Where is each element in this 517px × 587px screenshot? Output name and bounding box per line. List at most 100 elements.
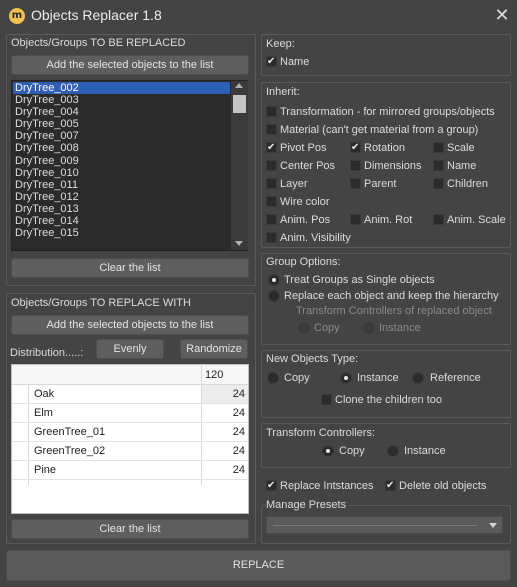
inherit-anim-rot-checkbox[interactable] bbox=[350, 214, 361, 225]
row-value[interactable]: 24 bbox=[233, 388, 245, 400]
inherit-wire-color-label: Wire color bbox=[280, 196, 330, 208]
inherit-material-checkbox[interactable] bbox=[266, 124, 277, 135]
inherit-name-checkbox[interactable] bbox=[433, 160, 444, 171]
inherit-anim-visibility-label: Anim. Visibility bbox=[280, 232, 351, 244]
inherit-dimensions-checkbox[interactable] bbox=[350, 160, 361, 171]
list-item[interactable]: DryTree_003 bbox=[13, 94, 230, 106]
keep-name-label: Name bbox=[280, 56, 310, 68]
row-value[interactable]: 24 bbox=[233, 426, 245, 438]
list-item[interactable]: DryTree_011 bbox=[13, 179, 230, 191]
keep-name-checkbox[interactable] bbox=[266, 56, 277, 67]
group-tc-instance-radio[interactable] bbox=[363, 322, 375, 334]
chevron-down-icon bbox=[489, 523, 497, 528]
keep-group bbox=[261, 34, 511, 76]
keep-label: Keep: bbox=[266, 38, 295, 50]
inherit-anim-scale-checkbox[interactable] bbox=[433, 214, 444, 225]
group-tc-instance-label: Instance bbox=[379, 322, 421, 334]
group-options-label: Group Options: bbox=[266, 256, 341, 268]
table-row[interactable]: Elm 24 bbox=[12, 404, 248, 423]
inherit-center-pos-checkbox[interactable] bbox=[266, 160, 277, 171]
app-icon: m bbox=[9, 8, 25, 24]
table-row[interactable]: GreenTree_01 24 bbox=[12, 423, 248, 442]
tc-copy-radio[interactable] bbox=[322, 445, 334, 457]
inherit-transformation-checkbox[interactable] bbox=[266, 106, 277, 117]
list-item[interactable]: DryTree_005 bbox=[13, 118, 230, 130]
new-type-instance-radio[interactable] bbox=[340, 372, 352, 384]
list-scrollbar[interactable] bbox=[231, 81, 248, 250]
list-item[interactable]: DryTree_009 bbox=[13, 155, 230, 167]
inherit-rotation-label: Rotation bbox=[364, 142, 405, 154]
table-row[interactable]: GreenTree_02 24 bbox=[12, 442, 248, 461]
list-item[interactable]: DryTree_014 bbox=[13, 215, 230, 227]
row-name: GreenTree_01 bbox=[34, 426, 106, 438]
table-row[interactable]: Oak 24 bbox=[12, 385, 248, 404]
scroll-down-icon[interactable] bbox=[235, 241, 243, 246]
new-type-reference-radio[interactable] bbox=[412, 372, 424, 384]
list-item[interactable]: DryTree_015 bbox=[13, 227, 230, 239]
inherit-pivot-pos-label: Pivot Pos bbox=[280, 142, 327, 154]
replace-button[interactable]: REPLACE bbox=[6, 550, 511, 581]
inherit-pivot-pos-checkbox[interactable] bbox=[266, 142, 277, 153]
inherit-scale-label: Scale bbox=[447, 142, 475, 154]
new-type-instance-label: Instance bbox=[357, 372, 399, 384]
inherit-transformation-label: Transformation - for mirrored groups/obj… bbox=[280, 106, 495, 118]
evenly-button[interactable]: Evenly bbox=[96, 339, 164, 359]
group-tc-copy-radio[interactable] bbox=[298, 322, 310, 334]
list-item[interactable]: DryTree_004 bbox=[13, 106, 230, 118]
row-name: GreenTree_02 bbox=[34, 445, 106, 457]
randomize-button[interactable]: Randomize bbox=[180, 339, 248, 359]
inherit-children-label: Children bbox=[447, 178, 488, 190]
table-rows: Oak 24 Elm 24 GreenTree_01 24 GreenTree_02 24 Pi… bbox=[12, 385, 248, 485]
presets-dropdown[interactable] bbox=[266, 516, 503, 534]
row-value[interactable]: 24 bbox=[233, 445, 245, 457]
replace-instances-checkbox[interactable] bbox=[266, 480, 277, 491]
list-item[interactable]: DryTree_012 bbox=[13, 191, 230, 203]
add-replaced-button[interactable]: Add the selected objects to the list bbox=[11, 55, 249, 75]
list-item[interactable]: DryTree_008 bbox=[13, 142, 230, 154]
list-item[interactable]: DryTree_010 bbox=[13, 167, 230, 179]
distribution-table[interactable]: 120 Oak 24 Elm 24 GreenTree_01 24 GreenTree_02… bbox=[11, 364, 249, 514]
inherit-children-checkbox[interactable] bbox=[433, 178, 444, 189]
list-item[interactable]: DryTree_002 bbox=[13, 82, 230, 95]
inherit-anim-visibility-checkbox[interactable] bbox=[266, 232, 277, 243]
groups-hierarchy-radio[interactable] bbox=[268, 290, 280, 302]
row-name: Oak bbox=[34, 388, 55, 400]
clear-replace-with-button[interactable]: Clear the list bbox=[11, 519, 249, 539]
title-bar: m Objects Replacer 1.8 ✕ bbox=[0, 0, 517, 32]
inherit-dimensions-label: Dimensions bbox=[364, 160, 422, 172]
tc-instance-label: Instance bbox=[404, 445, 446, 457]
clone-children-checkbox[interactable] bbox=[321, 394, 332, 405]
clear-replaced-button[interactable]: Clear the list bbox=[11, 258, 249, 278]
new-type-label: New Objects Type: bbox=[266, 353, 359, 365]
new-type-copy-label: Copy bbox=[284, 372, 310, 384]
replaced-list[interactable]: DryTree_002 DryTree_003 DryTree_004 DryTree… bbox=[11, 80, 248, 251]
inherit-wire-color-checkbox[interactable] bbox=[266, 196, 277, 207]
inherit-label: Inherit: bbox=[266, 86, 300, 98]
inherit-anim-pos-checkbox[interactable] bbox=[266, 214, 277, 225]
inherit-anim-rot-label: Anim. Rot bbox=[364, 214, 413, 226]
inherit-parent-checkbox[interactable] bbox=[350, 178, 361, 189]
inherit-scale-checkbox[interactable] bbox=[433, 142, 444, 153]
close-icon[interactable]: ✕ bbox=[491, 4, 513, 26]
inherit-name-label: Name bbox=[447, 160, 477, 172]
list-item[interactable]: DryTree_013 bbox=[13, 203, 230, 215]
new-type-copy-radio[interactable] bbox=[267, 372, 279, 384]
add-replace-with-button[interactable]: Add the selected objects to the list bbox=[11, 315, 249, 335]
total-value: 120 bbox=[205, 369, 224, 381]
inherit-rotation-checkbox[interactable] bbox=[350, 142, 361, 153]
row-value[interactable]: 24 bbox=[233, 464, 245, 476]
row-value[interactable]: 24 bbox=[233, 407, 245, 419]
scroll-up-icon[interactable] bbox=[235, 83, 243, 88]
scroll-thumb[interactable] bbox=[233, 95, 246, 113]
inherit-anim-pos-label: Anim. Pos bbox=[280, 214, 331, 226]
table-row[interactable]: Pine 24 bbox=[12, 461, 248, 480]
inherit-layer-checkbox[interactable] bbox=[266, 178, 277, 189]
presets-label: Manage Presets bbox=[266, 499, 350, 511]
delete-old-checkbox[interactable] bbox=[385, 480, 396, 491]
list-item[interactable]: DryTree_007 bbox=[13, 130, 230, 142]
inherit-parent-label: Parent bbox=[364, 178, 397, 190]
inherit-anim-scale-label: Anim. Scale bbox=[447, 214, 506, 226]
tc-instance-radio[interactable] bbox=[387, 445, 399, 457]
groups-single-radio[interactable] bbox=[268, 274, 280, 286]
inherit-center-pos-label: Center Pos bbox=[280, 160, 336, 172]
